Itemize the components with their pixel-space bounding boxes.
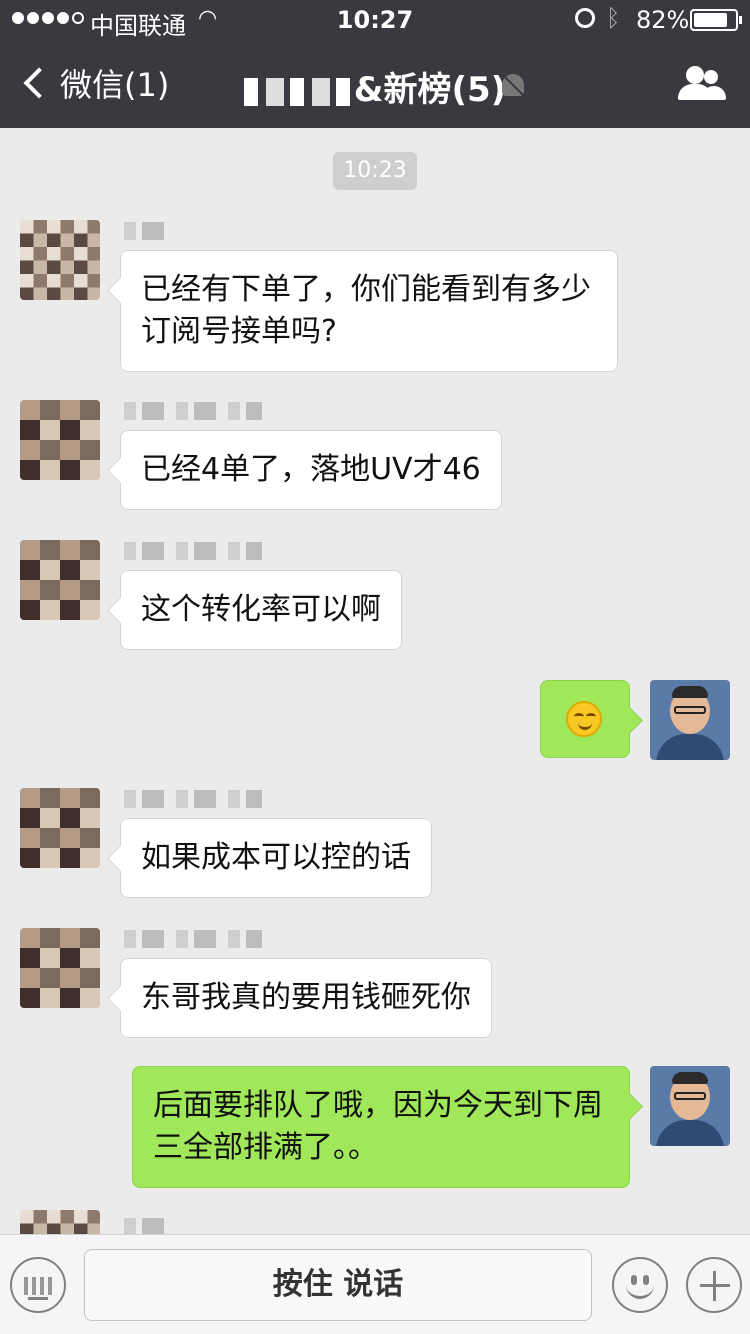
message-bubble[interactable]: 已经有下单了，你们能看到有多少订阅号接单吗? [120, 250, 618, 372]
alarm-icon [575, 8, 595, 28]
chat-title-text: &新榜(5) [353, 70, 507, 110]
sender-name-redacted [124, 790, 262, 808]
chat-title: &新榜(5) [0, 62, 750, 111]
more-actions-button[interactable] [686, 1257, 742, 1313]
avatar[interactable] [20, 400, 100, 480]
message-bubble[interactable]: 已经4单了，落地UV才46 [120, 430, 502, 510]
keyboard-toggle-button[interactable] [10, 1257, 66, 1313]
group-info-button[interactable] [678, 64, 726, 104]
message-timestamp: 10:23 [333, 152, 417, 190]
bluetooth-icon: ᛒ [606, 4, 621, 32]
avatar[interactable] [20, 928, 100, 1008]
status-bar: 中国联通 ◠ 10:27 ᛒ 82% [0, 0, 750, 40]
battery-icon [690, 9, 742, 31]
avatar[interactable] [20, 1210, 100, 1234]
message-bubble-outgoing[interactable]: 后面要排队了哦，因为今天到下周三全部排满了。。 [132, 1066, 630, 1188]
chat-area[interactable]: 10:23 已经有下单了，你们能看到有多少订阅号接单吗? 已经4单了，落地UV才… [0, 128, 750, 1234]
mute-icon [502, 74, 524, 96]
sender-name-redacted [124, 402, 262, 420]
battery-percent: 82% [636, 6, 690, 34]
my-avatar[interactable] [650, 1066, 730, 1146]
sender-name-redacted [124, 542, 262, 560]
message-bubble[interactable]: 东哥我真的要用钱砸死你 [120, 958, 492, 1038]
sender-name-redacted [124, 930, 262, 948]
avatar[interactable] [20, 220, 100, 300]
top-bar: 中国联通 ◠ 10:27 ᛒ 82% 微信(1) &新榜(5) [0, 0, 750, 128]
sender-name-redacted [124, 1218, 168, 1234]
sender-name-redacted [124, 222, 174, 240]
redacted-name [243, 77, 354, 106]
emoji-button[interactable] [612, 1257, 668, 1313]
avatar[interactable] [20, 540, 100, 620]
navigation-bar: 微信(1) &新榜(5) [0, 40, 750, 128]
keyboard-icon [24, 1277, 52, 1295]
message-bubble-outgoing[interactable] [540, 680, 630, 758]
hold-to-talk-button[interactable]: 按住 说话 [84, 1249, 592, 1321]
input-bar: 按住 说话 [0, 1234, 750, 1334]
message-bubble[interactable]: 这个转化率可以啊 [120, 570, 402, 650]
message-bubble[interactable]: 如果成本可以控的话 [120, 818, 432, 898]
avatar[interactable] [20, 788, 100, 868]
grin-emoji-icon [566, 701, 602, 737]
my-avatar[interactable] [650, 680, 730, 760]
